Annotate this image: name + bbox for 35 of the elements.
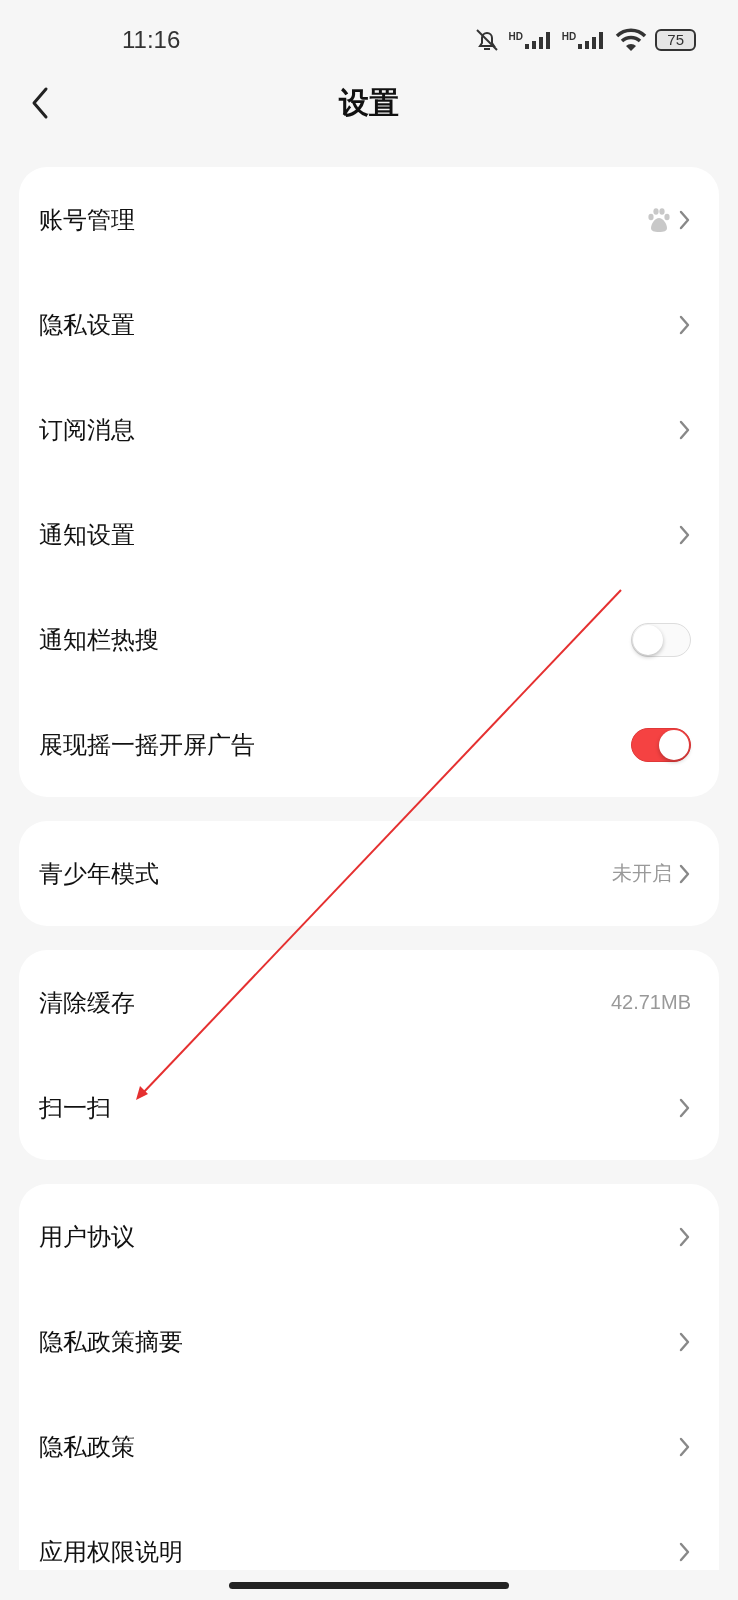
row-label: 订阅消息: [39, 414, 135, 446]
battery-indicator: 75: [655, 29, 696, 51]
row-label: 通知设置: [39, 519, 135, 551]
row-label: 账号管理: [39, 204, 135, 236]
cache-size: 42.71MB: [610, 991, 691, 1014]
clock-time: 11:16: [122, 26, 181, 54]
chevron-right-icon: [678, 1331, 691, 1352]
page-title: 设置: [339, 83, 399, 122]
chevron-right-icon: [678, 1097, 691, 1118]
chevron-right-icon: [678, 1436, 691, 1457]
chevron-right-icon: [678, 1541, 691, 1562]
network-type-label: HD: [561, 31, 577, 42]
row-label: 展现摇一摇开屏广告: [39, 729, 255, 761]
chevron-right-icon: [678, 863, 691, 884]
paw-icon: [646, 206, 672, 233]
row-label: 青少年模式: [39, 858, 159, 890]
home-indicator[interactable]: [229, 1581, 509, 1589]
status-value: 未开启: [612, 861, 672, 886]
chevron-right-icon: [678, 1226, 691, 1247]
row-label: 用户协议: [39, 1221, 135, 1253]
chevron-right-icon: [678, 524, 691, 545]
row-label: 扫一扫: [39, 1092, 111, 1124]
row-label: 清除缓存: [39, 987, 135, 1019]
chevron-right-icon: [678, 209, 691, 230]
row-label: 隐私政策摘要: [39, 1326, 183, 1358]
chevron-right-icon: [678, 314, 691, 335]
row-label: 应用权限说明: [39, 1536, 183, 1568]
row-label: 隐私设置: [39, 309, 135, 341]
row-label: 通知栏热搜: [39, 624, 159, 656]
wifi-icon: [615, 27, 648, 53]
network-type-label: HD: [508, 31, 523, 42]
toggle-switch[interactable]: [631, 727, 691, 762]
back-icon[interactable]: [30, 86, 50, 120]
row-label: 隐私政策: [39, 1431, 135, 1463]
chevron-right-icon: [678, 419, 691, 440]
